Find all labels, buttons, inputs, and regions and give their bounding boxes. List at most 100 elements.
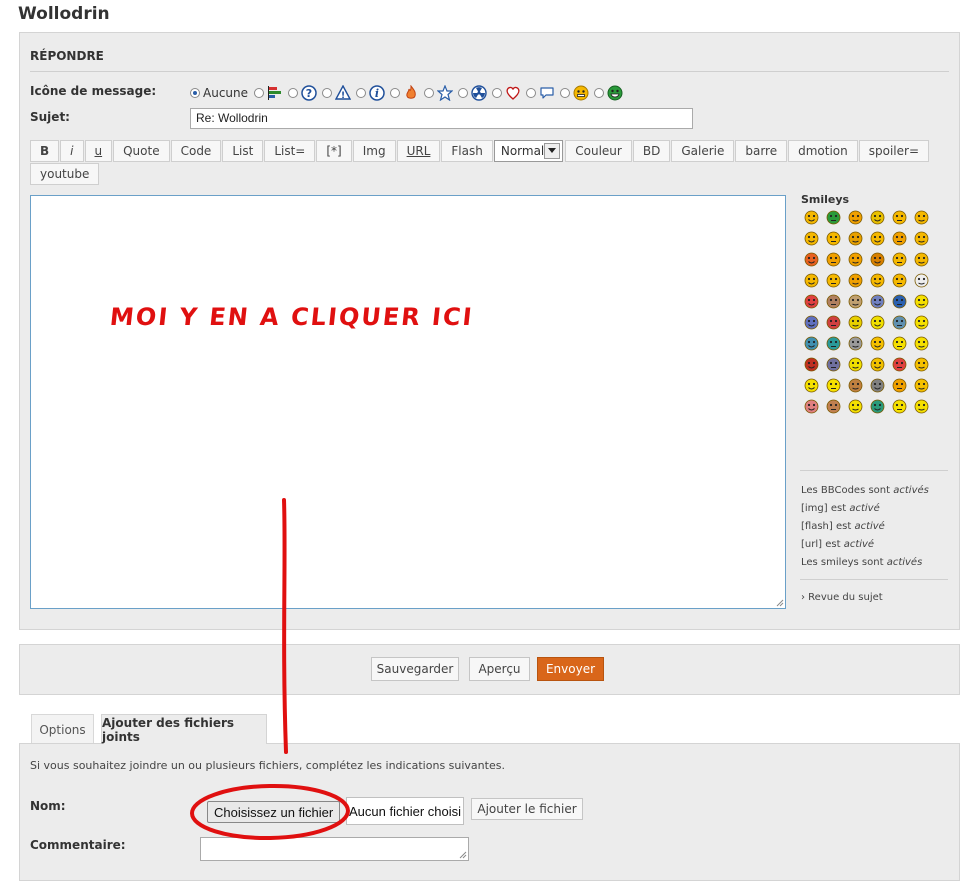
smiley-icon[interactable] xyxy=(846,209,864,225)
smiley-icon[interactable] xyxy=(890,272,908,288)
smiley-icon[interactable] xyxy=(824,293,842,309)
font-size-select[interactable]: Normale xyxy=(493,140,564,162)
message-icon-radio-11[interactable] xyxy=(594,88,605,98)
strike-button[interactable]: barre xyxy=(735,140,788,162)
resize-handle-icon[interactable] xyxy=(776,599,784,607)
message-icon-radio-2[interactable] xyxy=(288,88,299,98)
flash-button[interactable]: Flash xyxy=(441,140,493,162)
comment-input[interactable] xyxy=(200,837,469,861)
message-icon-radio-none[interactable] xyxy=(190,88,200,98)
smiley-icon[interactable] xyxy=(890,398,908,414)
smiley-icon[interactable] xyxy=(802,377,820,393)
message-icon-radio-5[interactable] xyxy=(390,88,401,98)
bold-button[interactable]: B xyxy=(30,140,60,162)
smiley-icon[interactable] xyxy=(890,230,908,246)
spoiler-button[interactable]: spoiler= xyxy=(858,140,929,162)
subject-input[interactable]: Re: Wollodrin xyxy=(190,108,693,129)
smiley-icon[interactable] xyxy=(868,251,886,267)
smiley-icon[interactable] xyxy=(890,356,908,372)
smiley-icon[interactable] xyxy=(824,356,842,372)
smiley-icon[interactable] xyxy=(868,272,886,288)
smiley-icon[interactable] xyxy=(912,314,930,330)
smiley-icon[interactable] xyxy=(846,377,864,393)
send-button[interactable]: Envoyer xyxy=(537,657,604,681)
message-icon-radio-9[interactable] xyxy=(526,88,537,98)
message-icon-radio-7[interactable] xyxy=(458,88,469,98)
message-icon-radio-6[interactable] xyxy=(424,88,435,98)
resize-handle-icon[interactable] xyxy=(459,851,467,859)
smiley-icon[interactable] xyxy=(868,314,886,330)
smiley-icon[interactable] xyxy=(802,209,820,225)
smiley-icon[interactable] xyxy=(846,251,864,267)
smiley-icon[interactable] xyxy=(868,377,886,393)
smiley-icon[interactable] xyxy=(868,230,886,246)
smiley-icon[interactable] xyxy=(824,398,842,414)
message-icon-radio-10[interactable] xyxy=(560,88,571,98)
smiley-icon[interactable] xyxy=(912,293,930,309)
smiley-icon[interactable] xyxy=(846,293,864,309)
smiley-icon[interactable] xyxy=(890,293,908,309)
topic-review-link[interactable]: › Revue du sujet xyxy=(801,592,883,603)
dmotion-button[interactable]: dmotion xyxy=(788,140,858,162)
smiley-icon[interactable] xyxy=(824,251,842,267)
smiley-icon[interactable] xyxy=(912,251,930,267)
smiley-icon[interactable] xyxy=(846,272,864,288)
smiley-icon[interactable] xyxy=(802,335,820,351)
smiley-icon[interactable] xyxy=(890,314,908,330)
smiley-icon[interactable] xyxy=(802,398,820,414)
bd-button[interactable]: BD xyxy=(632,140,671,162)
smiley-icon[interactable] xyxy=(824,335,842,351)
message-icon-radio-8[interactable] xyxy=(492,88,503,98)
smiley-icon[interactable] xyxy=(868,398,886,414)
smiley-icon[interactable] xyxy=(846,230,864,246)
smiley-icon[interactable] xyxy=(890,209,908,225)
smiley-icon[interactable] xyxy=(868,209,886,225)
ordered-list-button[interactable]: List= xyxy=(264,140,316,162)
img-button[interactable]: Img xyxy=(352,140,396,162)
youtube-button[interactable]: youtube xyxy=(30,163,100,185)
smiley-icon[interactable] xyxy=(912,230,930,246)
choose-file-button[interactable]: Choisissez un fichier xyxy=(207,801,341,823)
tab-attachments[interactable]: Ajouter des fichiers joints xyxy=(101,714,267,744)
smiley-icon[interactable] xyxy=(824,272,842,288)
list-item-button[interactable]: [*] xyxy=(316,140,352,162)
smiley-icon[interactable] xyxy=(824,377,842,393)
message-icon-radio-4[interactable] xyxy=(356,88,367,98)
smiley-icon[interactable] xyxy=(912,377,930,393)
smiley-icon[interactable] xyxy=(912,209,930,225)
smiley-icon[interactable] xyxy=(802,251,820,267)
add-file-button[interactable]: Ajouter le fichier xyxy=(471,798,583,820)
gallery-button[interactable]: Galerie xyxy=(671,140,735,162)
tab-options[interactable]: Options xyxy=(31,714,94,744)
smiley-icon[interactable] xyxy=(802,314,820,330)
smiley-icon[interactable] xyxy=(868,335,886,351)
smiley-icon[interactable] xyxy=(846,335,864,351)
url-button[interactable]: URL xyxy=(396,140,441,162)
list-button[interactable]: List xyxy=(222,140,264,162)
smiley-icon[interactable] xyxy=(890,335,908,351)
code-button[interactable]: Code xyxy=(170,140,222,162)
smiley-icon[interactable] xyxy=(846,356,864,372)
smiley-icon[interactable] xyxy=(824,314,842,330)
smiley-icon[interactable] xyxy=(824,230,842,246)
quote-button[interactable]: Quote xyxy=(113,140,170,162)
italic-button[interactable]: i xyxy=(60,140,84,162)
smiley-icon[interactable] xyxy=(912,356,930,372)
smiley-icon[interactable] xyxy=(846,398,864,414)
smiley-icon[interactable] xyxy=(912,398,930,414)
save-button[interactable]: Sauvegarder xyxy=(371,657,459,681)
smiley-icon[interactable] xyxy=(824,209,842,225)
color-button[interactable]: Couleur xyxy=(565,140,632,162)
underline-button[interactable]: u xyxy=(84,140,113,162)
smiley-icon[interactable] xyxy=(868,356,886,372)
smiley-icon[interactable] xyxy=(890,377,908,393)
smiley-icon[interactable] xyxy=(890,251,908,267)
smiley-icon[interactable] xyxy=(802,230,820,246)
message-textarea[interactable] xyxy=(30,195,786,609)
smiley-icon[interactable] xyxy=(846,314,864,330)
smiley-icon[interactable] xyxy=(802,272,820,288)
smiley-icon[interactable] xyxy=(912,335,930,351)
message-icon-radio-1[interactable] xyxy=(254,88,265,98)
message-icon-radio-3[interactable] xyxy=(322,88,333,98)
smiley-icon[interactable] xyxy=(802,293,820,309)
